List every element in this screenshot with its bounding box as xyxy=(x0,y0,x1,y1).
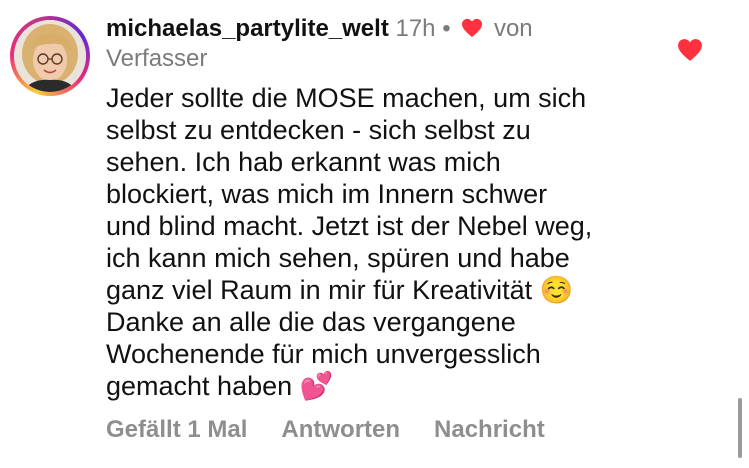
separator-dot: • xyxy=(442,15,451,42)
liked-by-author-label-2: Verfasser xyxy=(106,45,208,72)
scrollbar[interactable] xyxy=(738,398,742,458)
heart-filled-icon xyxy=(462,18,483,38)
message-button[interactable]: Nachricht xyxy=(434,416,545,444)
comment-header: michaelas_partylite_welt 17h • von Verfa… xyxy=(106,14,666,74)
profile-photo xyxy=(14,20,86,92)
like-heart-icon[interactable] xyxy=(677,38,703,62)
reply-button[interactable]: Antworten xyxy=(281,416,400,444)
timestamp: 17h xyxy=(395,15,436,42)
comment-item: michaelas_partylite_welt 17h • von Verfa… xyxy=(0,0,749,468)
story-ring[interactable] xyxy=(10,16,90,96)
liked-by-author-label: von xyxy=(493,15,533,42)
avatar[interactable] xyxy=(14,20,86,92)
comment-text: Jeder sollte die MOSE machen, um sich se… xyxy=(106,83,593,401)
comment-actions: Gefällt 1 Mal Antworten Nachricht xyxy=(106,416,545,444)
username[interactable]: michaelas_partylite_welt xyxy=(106,15,389,42)
likes-count-button[interactable]: Gefällt 1 Mal xyxy=(106,416,247,444)
